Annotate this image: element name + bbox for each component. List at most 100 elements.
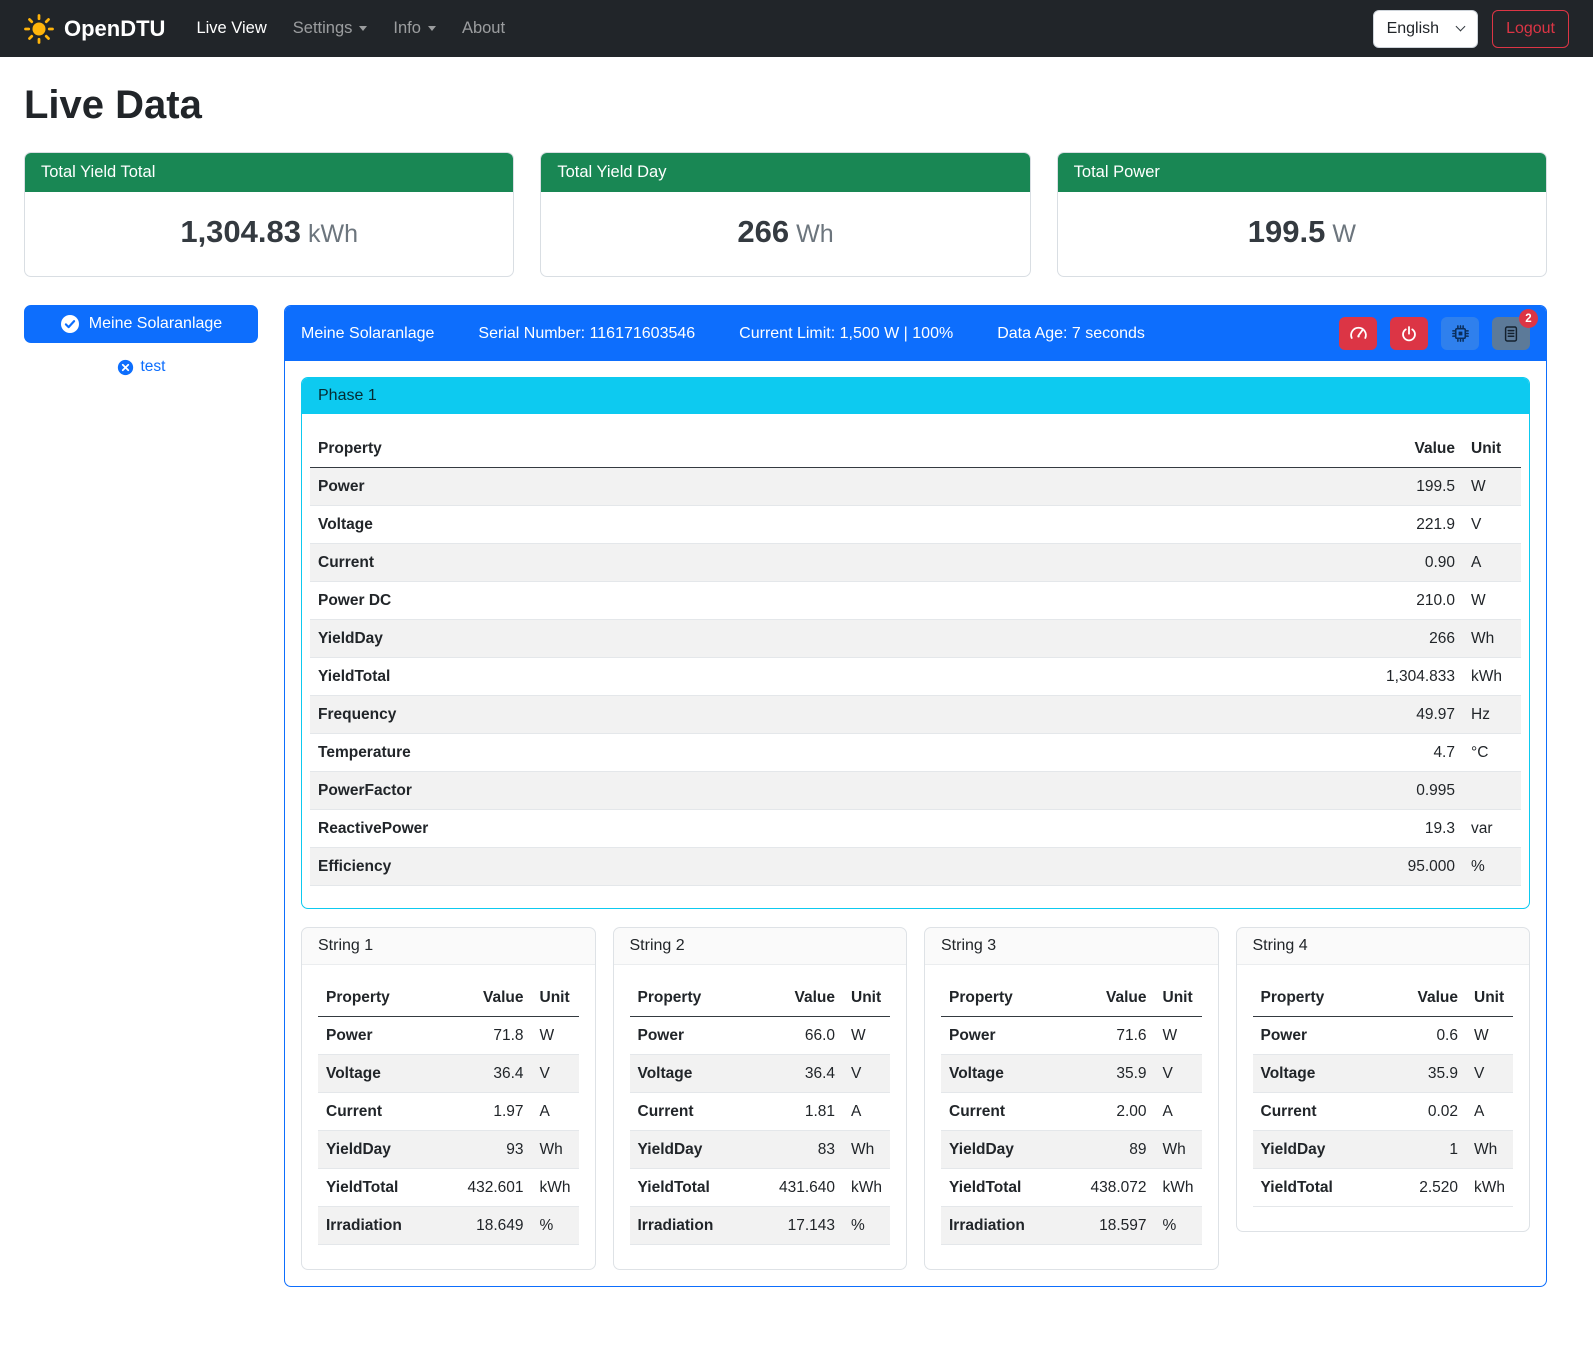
- card-total-yield-day: Total Yield Day 266Wh: [540, 152, 1030, 277]
- inverter-info-button[interactable]: [1441, 317, 1479, 350]
- nav-info[interactable]: Info: [380, 11, 449, 46]
- table-row: YieldDay1Wh: [1253, 1131, 1514, 1169]
- table-row: Power DC210.0W: [310, 582, 1521, 620]
- table-row: Voltage36.4V: [630, 1055, 891, 1093]
- inverter-name: Meine Solaranlage: [301, 325, 434, 343]
- column-header-value: Value: [1392, 979, 1466, 1017]
- table-row: Voltage36.4V: [318, 1055, 579, 1093]
- table-row: Current1.81A: [630, 1093, 891, 1131]
- language-value: English: [1387, 20, 1439, 38]
- table-row: YieldDay89Wh: [941, 1131, 1202, 1169]
- table-row: Efficiency95.000%: [310, 848, 1521, 886]
- language-select[interactable]: English: [1373, 10, 1478, 48]
- table-row: YieldTotal432.601kWh: [318, 1169, 579, 1207]
- phase-title: Phase 1: [302, 378, 1529, 414]
- nav-links: Live View Settings Info About: [183, 11, 518, 46]
- column-header-value: Value: [458, 979, 532, 1017]
- card-title: Total Yield Day: [541, 153, 1029, 192]
- string-title: String 1: [302, 928, 595, 965]
- inverter-actions: 2: [1339, 317, 1530, 350]
- inverter-panel: Meine Solaranlage Serial Number: 1161716…: [284, 305, 1547, 1287]
- string-table-1: Property Value Unit Power71.8WVoltage36.…: [318, 979, 579, 1245]
- string-table-4: Property Value Unit Power0.6WVoltage35.9…: [1253, 979, 1514, 1207]
- logout-button[interactable]: Logout: [1492, 10, 1569, 48]
- table-row: Voltage221.9V: [310, 506, 1521, 544]
- table-row: Current0.02A: [1253, 1093, 1514, 1131]
- inverter-select-label: Meine Solaranlage: [89, 315, 222, 333]
- sun-icon: [24, 14, 54, 44]
- table-row: Current2.00A: [941, 1093, 1202, 1131]
- table-row: Power66.0W: [630, 1017, 891, 1055]
- table-row: YieldTotal438.072kWh: [941, 1169, 1202, 1207]
- string-title: String 2: [614, 928, 907, 965]
- page-content: Live Data Total Yield Total 1,304.83kWh …: [0, 57, 1593, 1313]
- table-row: YieldTotal1,304.833kWh: [310, 658, 1521, 696]
- string-card-2: String 2 Property Value Unit: [613, 927, 908, 1270]
- table-row: YieldTotal2.520kWh: [1253, 1169, 1514, 1207]
- card-unit: W: [1332, 220, 1356, 248]
- string-table-2: Property Value Unit Power66.0WVoltage36.…: [630, 979, 891, 1245]
- string-title: String 3: [925, 928, 1218, 965]
- string-table-3: Property Value Unit Power71.6WVoltage35.…: [941, 979, 1202, 1245]
- nav-settings-label: Settings: [293, 19, 353, 38]
- column-header-unit: Unit: [843, 979, 890, 1017]
- column-header-value: Value: [1243, 430, 1463, 468]
- chevron-down-icon: [359, 26, 367, 31]
- phase-panel: Phase 1 Property Value Unit Power199.5WV…: [301, 377, 1530, 909]
- journal-icon: [1502, 325, 1520, 343]
- table-row: Voltage35.9V: [1253, 1055, 1514, 1093]
- table-row: Power199.5W: [310, 468, 1521, 506]
- table-row: Current1.97A: [318, 1093, 579, 1131]
- column-header-property: Property: [941, 979, 1081, 1017]
- string-title: String 4: [1237, 928, 1530, 965]
- nav-about[interactable]: About: [449, 11, 518, 46]
- power-button[interactable]: [1390, 317, 1428, 350]
- table-row: ReactivePower19.3var: [310, 810, 1521, 848]
- phase-table: Property Value Unit Power199.5WVoltage22…: [310, 430, 1521, 886]
- nav-settings[interactable]: Settings: [280, 11, 381, 46]
- inverter-select-button[interactable]: Meine Solaranlage: [24, 305, 258, 343]
- column-header-unit: Unit: [1463, 430, 1521, 468]
- table-row: Power0.6W: [1253, 1017, 1514, 1055]
- limit-button[interactable]: [1339, 317, 1377, 350]
- column-header-property: Property: [318, 979, 458, 1017]
- power-icon: [1400, 325, 1418, 343]
- column-header-property: Property: [310, 430, 1243, 468]
- card-total-yield-total: Total Yield Total 1,304.83kWh: [24, 152, 514, 277]
- column-header-unit: Unit: [1155, 979, 1202, 1017]
- page-title: Live Data: [24, 83, 1547, 128]
- brand-label: OpenDTU: [64, 16, 165, 42]
- card-unit: kWh: [308, 220, 358, 248]
- inverter-panel-header: Meine Solaranlage Serial Number: 1161716…: [285, 306, 1546, 361]
- table-row: Voltage35.9V: [941, 1055, 1202, 1093]
- table-row: Temperature4.7°C: [310, 734, 1521, 772]
- inverter-sidebar: Meine Solaranlage test: [24, 305, 258, 376]
- table-row: YieldTotal431.640kWh: [630, 1169, 891, 1207]
- cpu-icon: [1451, 324, 1470, 343]
- inverter-serial: Serial Number: 116171603546: [478, 325, 695, 343]
- card-value: 1,304.83: [180, 214, 301, 249]
- table-row: YieldDay266Wh: [310, 620, 1521, 658]
- column-header-property: Property: [1253, 979, 1393, 1017]
- table-row: Irradiation17.143%: [630, 1207, 891, 1245]
- nav-live-view[interactable]: Live View: [183, 11, 279, 46]
- strings-row: String 1 Property Value Unit: [301, 927, 1530, 1270]
- inverter-data-age: Data Age: 7 seconds: [997, 325, 1145, 343]
- brand[interactable]: OpenDTU: [24, 14, 165, 44]
- table-row: Power71.8W: [318, 1017, 579, 1055]
- nav-right: English Logout: [1373, 10, 1569, 48]
- inverter-current-limit: Current Limit: 1,500 W | 100%: [739, 325, 953, 343]
- table-row: Power71.6W: [941, 1017, 1202, 1055]
- table-row: Irradiation18.597%: [941, 1207, 1202, 1245]
- inverter-test-link[interactable]: test: [24, 358, 258, 376]
- card-value: 199.5: [1248, 214, 1326, 249]
- table-row: Current0.90A: [310, 544, 1521, 582]
- card-total-power: Total Power 199.5W: [1057, 152, 1547, 277]
- event-log-button[interactable]: 2: [1492, 317, 1530, 350]
- nav-info-label: Info: [393, 19, 421, 38]
- check-circle-icon: [60, 314, 80, 334]
- inverter-test-label: test: [141, 358, 166, 376]
- top-navbar: OpenDTU Live View Settings Info About En…: [0, 0, 1593, 57]
- column-header-unit: Unit: [1466, 979, 1513, 1017]
- string-card-1: String 1 Property Value Unit: [301, 927, 596, 1270]
